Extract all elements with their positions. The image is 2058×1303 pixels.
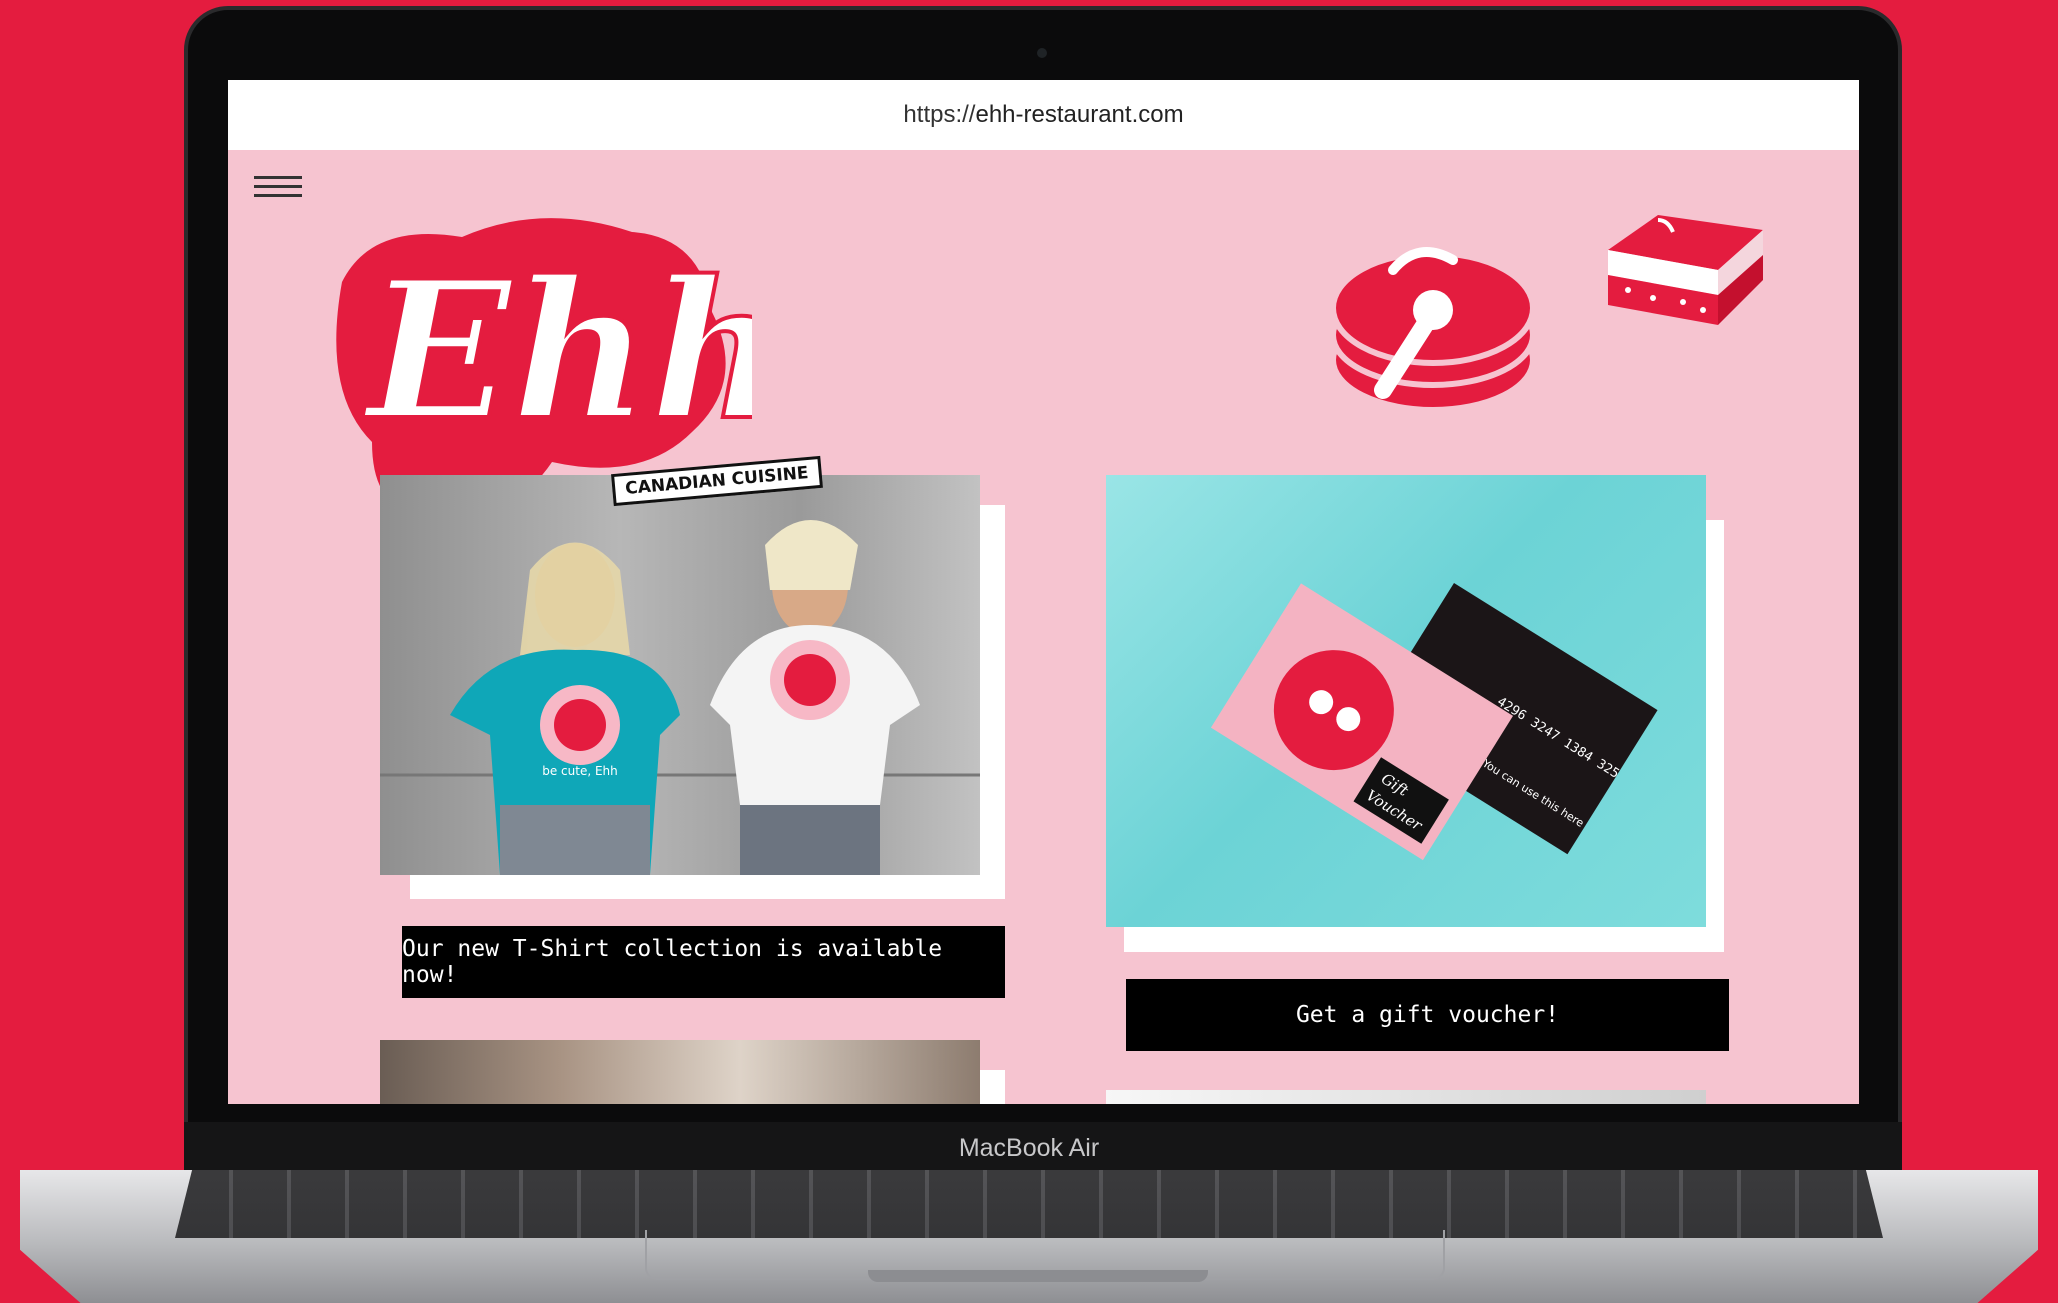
- tshirt-photo[interactable]: be cute, Ehh: [380, 475, 980, 875]
- cake-slice-icon: [1598, 210, 1768, 354]
- next-photo[interactable]: [1106, 1090, 1706, 1104]
- pancake-icon: [1323, 220, 1543, 424]
- gift-voucher-button[interactable]: Get a gift voucher!: [1126, 979, 1729, 1051]
- browser-screen: https://ehh-restaurant.com Ehh be cute, …: [228, 80, 1859, 1104]
- tshirt-print-text: be cute, Ehh: [542, 764, 618, 778]
- url-host: ehh-restaurant.com: [975, 101, 1184, 128]
- drinks-photo[interactable]: [380, 1040, 980, 1104]
- url-text[interactable]: https://ehh-restaurant.com: [903, 101, 1183, 129]
- hamburger-menu-icon[interactable]: [254, 176, 302, 198]
- gift-voucher-photo[interactable]: 4296 3247 1384 325 You can use this here…: [1106, 475, 1706, 927]
- keyboard: [175, 1170, 1883, 1238]
- logo-text: Ehh: [362, 239, 752, 462]
- webcam: [1037, 48, 1047, 58]
- url-scheme: https://: [903, 101, 976, 128]
- lid-opening-notch: [868, 1270, 1208, 1282]
- card-shadow: [980, 1070, 1005, 1104]
- device-label: MacBook Air: [958, 1134, 1100, 1162]
- tshirt-collection-button[interactable]: Our new T-Shirt collection is available …: [402, 926, 1005, 998]
- address-bar[interactable]: https://ehh-restaurant.com: [228, 80, 1859, 150]
